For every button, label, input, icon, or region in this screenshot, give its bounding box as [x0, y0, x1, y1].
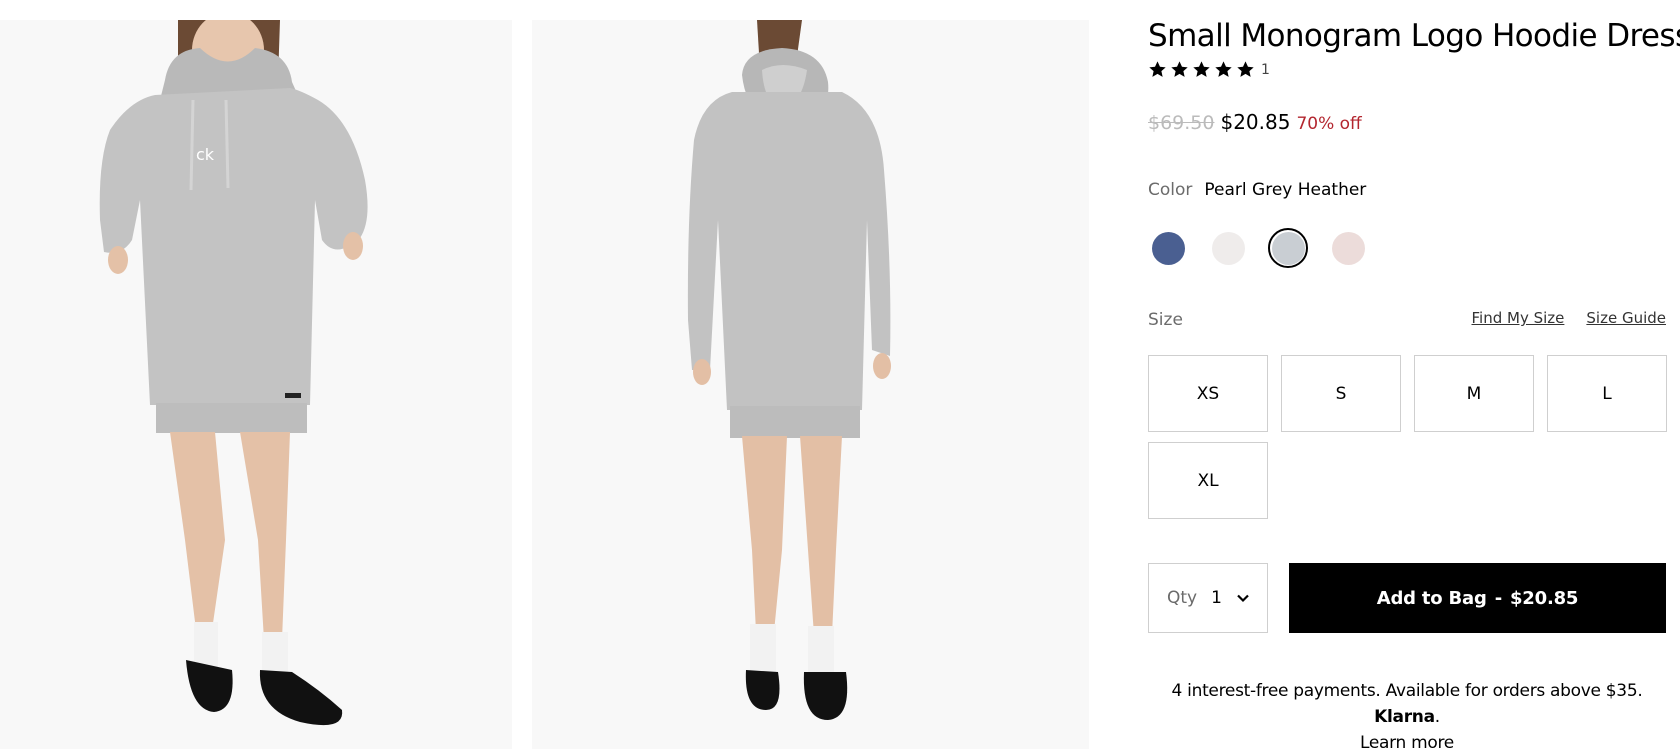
star-icon — [1215, 61, 1232, 77]
size-option-l[interactable]: L — [1547, 355, 1667, 432]
size-options: XS S M L XL — [1148, 355, 1667, 519]
original-price: $69.50 — [1148, 112, 1215, 134]
size-links: Find My Size Size Guide — [1472, 309, 1667, 327]
size-option-xl[interactable]: XL — [1148, 442, 1268, 519]
discount-label: 70% off — [1296, 114, 1362, 134]
chevron-down-icon — [1237, 594, 1249, 603]
color-swatch-off-white[interactable] — [1208, 228, 1248, 268]
product-image-front[interactable]: ck — [0, 20, 512, 749]
star-icon — [1149, 61, 1166, 77]
color-label: Color — [1148, 180, 1193, 200]
sale-price: $20.85 — [1220, 110, 1291, 134]
color-row: Color Pearl Grey Heather — [1148, 180, 1366, 200]
rating-count: 1 — [1261, 61, 1270, 78]
add-to-bag-separator: - — [1494, 587, 1502, 609]
selected-color-name: Pearl Grey Heather — [1204, 180, 1367, 200]
star-icon — [1193, 61, 1210, 77]
model-back-illustration — [532, 20, 1089, 749]
product-title: Small Monogram Logo Hoodie Dress — [1148, 18, 1680, 54]
color-swatches — [1148, 228, 1368, 268]
learn-more-link[interactable]: Learn more — [1360, 733, 1454, 749]
rating[interactable]: 1 — [1148, 60, 1270, 79]
product-page: ck Small Monogram Logo Hoodie Dress 1 $6… — [0, 0, 1680, 749]
size-guide-link[interactable]: Size Guide — [1586, 309, 1666, 327]
quantity-label: Qty — [1167, 588, 1198, 608]
size-option-m[interactable]: M — [1414, 355, 1534, 432]
klarna-text: 4 interest-free payments. Available for … — [1171, 681, 1643, 701]
klarna-period: . — [1434, 707, 1440, 727]
klarna-brand: Klarna — [1374, 707, 1435, 727]
svg-text:ck: ck — [196, 145, 215, 164]
color-swatch-pearl-grey-heather[interactable] — [1268, 228, 1308, 268]
quantity-select[interactable]: Qty 1 — [1148, 563, 1268, 633]
size-option-xs[interactable]: XS — [1148, 355, 1268, 432]
size-option-s[interactable]: S — [1281, 355, 1401, 432]
size-label: Size — [1148, 310, 1183, 330]
model-front-illustration: ck — [0, 20, 512, 749]
add-to-bag-button[interactable]: Add to Bag - $20.85 — [1289, 563, 1666, 633]
add-to-bag-price: $20.85 — [1509, 587, 1579, 609]
klarna-message: 4 interest-free payments. Available for … — [1148, 678, 1666, 749]
price-row: $69.50 $20.85 70% off — [1148, 110, 1362, 134]
add-to-bag-label: Add to Bag — [1376, 587, 1487, 609]
star-icon — [1171, 61, 1188, 77]
product-image-back[interactable] — [532, 20, 1089, 749]
color-swatch-navy-heather[interactable] — [1148, 228, 1188, 268]
color-swatch-blush[interactable] — [1328, 228, 1368, 268]
quantity-value: 1 — [1211, 588, 1222, 608]
star-icon — [1237, 61, 1254, 77]
find-my-size-link[interactable]: Find My Size — [1472, 309, 1565, 327]
